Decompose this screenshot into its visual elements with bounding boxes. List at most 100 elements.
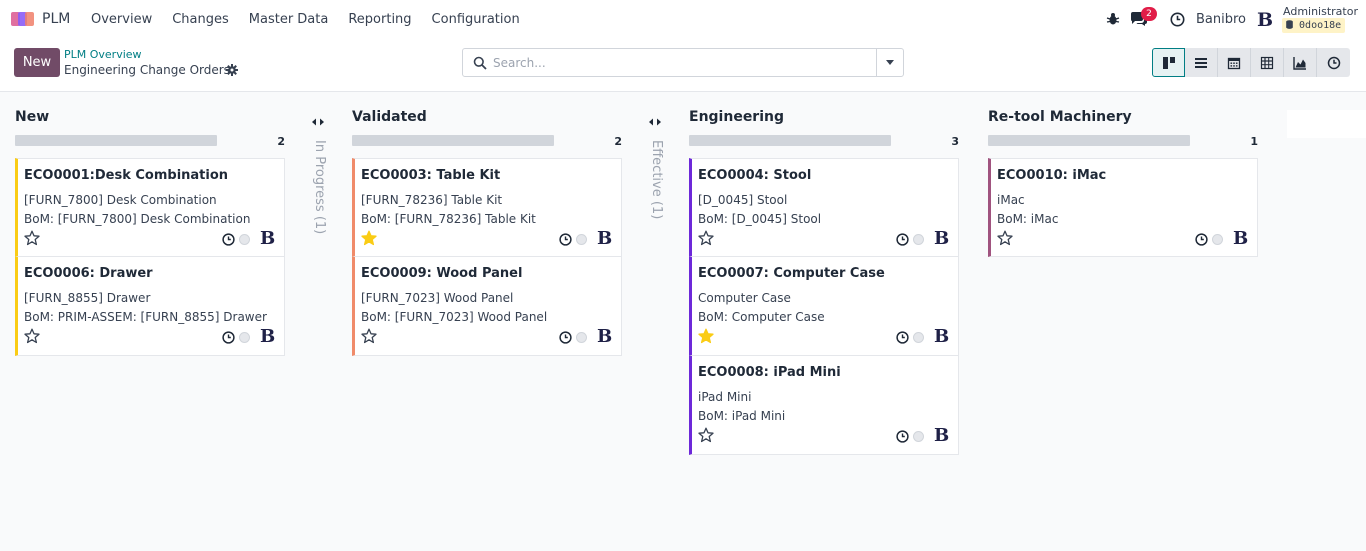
responsible-avatar[interactable]: B bbox=[597, 326, 612, 347]
star-filled-icon[interactable] bbox=[361, 230, 377, 246]
card-bom: BoM: iPad Mini bbox=[698, 409, 786, 423]
activity-clock-icon[interactable] bbox=[896, 233, 909, 246]
responsible-avatar[interactable]: B bbox=[597, 228, 612, 249]
database-icon bbox=[1286, 20, 1293, 29]
bug-icon[interactable] bbox=[1106, 12, 1120, 26]
kanban-state-dot[interactable] bbox=[913, 431, 924, 442]
unfold-arrows-icon[interactable] bbox=[640, 115, 670, 129]
search-bar bbox=[462, 48, 904, 77]
activity-clock-icon[interactable] bbox=[559, 331, 572, 344]
responsible-avatar[interactable]: B bbox=[1233, 228, 1248, 249]
search-input[interactable] bbox=[493, 49, 873, 76]
main-menu: Overview Changes Master Data Reporting C… bbox=[81, 0, 530, 39]
search-options-toggle[interactable] bbox=[876, 49, 903, 76]
card-bom: BoM: [FURN_78236] Table Kit bbox=[361, 212, 536, 226]
card-product: [FURN_8855] Drawer bbox=[24, 291, 151, 305]
kanban-card[interactable]: ECO0010: iMac iMac BoM: iMac B bbox=[988, 158, 1258, 257]
responsible-avatar[interactable]: B bbox=[260, 326, 275, 347]
unfold-arrows-icon[interactable] bbox=[303, 115, 333, 129]
column-title[interactable]: New bbox=[15, 109, 49, 125]
menu-changes[interactable]: Changes bbox=[162, 12, 239, 27]
view-graph[interactable] bbox=[1284, 48, 1317, 77]
star-icon[interactable] bbox=[361, 328, 377, 344]
column-progress-bar[interactable] bbox=[988, 135, 1190, 146]
gear-icon[interactable] bbox=[226, 64, 238, 76]
view-list[interactable] bbox=[1185, 48, 1218, 77]
activity-clock-icon[interactable] bbox=[559, 233, 572, 246]
card-product: Computer Case bbox=[698, 291, 791, 305]
kanban-state-dot[interactable] bbox=[1212, 234, 1223, 245]
card-title: ECO0007: Computer Case bbox=[698, 266, 885, 281]
activity-clock-icon[interactable] bbox=[222, 331, 235, 344]
kanban-state-dot[interactable] bbox=[913, 332, 924, 343]
app-name[interactable]: PLM bbox=[42, 11, 70, 27]
star-icon[interactable] bbox=[24, 328, 40, 344]
breadcrumb-parent[interactable]: PLM Overview bbox=[64, 48, 142, 61]
view-pivot[interactable] bbox=[1251, 48, 1284, 77]
folded-column-label[interactable]: In Progress (1) bbox=[312, 140, 327, 234]
clock-icon[interactable] bbox=[1170, 12, 1185, 27]
kanban-state-dot[interactable] bbox=[576, 332, 587, 343]
kanban-card[interactable]: ECO0004: Stool [D_0045] Stool BoM: [D_0045… bbox=[689, 158, 959, 257]
kanban-card[interactable]: ECO0001:Desk Combination [FURN_7800] Desk… bbox=[15, 158, 285, 257]
column-progress-bar[interactable] bbox=[352, 135, 554, 146]
responsible-avatar[interactable]: B bbox=[934, 326, 949, 347]
top-navbar: PLM Overview Changes Master Data Reporti… bbox=[0, 0, 1366, 39]
activity-icon bbox=[1327, 56, 1340, 69]
kanban-state-dot[interactable] bbox=[576, 234, 587, 245]
activity-clock-icon[interactable] bbox=[1195, 233, 1208, 246]
kanban-state-dot[interactable] bbox=[239, 234, 250, 245]
folded-column-label[interactable]: Effective (1) bbox=[649, 140, 664, 219]
menu-reporting[interactable]: Reporting bbox=[338, 12, 421, 27]
menu-configuration[interactable]: Configuration bbox=[422, 12, 530, 27]
folded-column[interactable]: In Progress (1) bbox=[303, 92, 333, 292]
column-count: 3 bbox=[951, 135, 959, 148]
star-filled-icon[interactable] bbox=[698, 328, 714, 344]
column-title[interactable]: Re-tool Machinery bbox=[988, 109, 1132, 125]
column-count: 2 bbox=[277, 135, 285, 148]
star-icon[interactable] bbox=[698, 427, 714, 443]
star-icon[interactable] bbox=[698, 230, 714, 246]
view-activity[interactable] bbox=[1317, 48, 1350, 77]
responsible-avatar[interactable]: B bbox=[934, 228, 949, 249]
add-column-area[interactable] bbox=[1287, 110, 1366, 138]
view-kanban[interactable] bbox=[1152, 48, 1185, 77]
column-progress-bar[interactable] bbox=[15, 135, 217, 146]
card-title: ECO0004: Stool bbox=[698, 168, 812, 183]
card-product: [D_0045] Stool bbox=[698, 193, 788, 207]
new-button[interactable]: New bbox=[14, 48, 60, 77]
activity-clock-icon[interactable] bbox=[222, 233, 235, 246]
star-icon[interactable] bbox=[997, 230, 1013, 246]
column-title[interactable]: Validated bbox=[352, 109, 427, 125]
user-name[interactable]: Administrator bbox=[1283, 5, 1358, 18]
kanban-state-dot[interactable] bbox=[239, 332, 250, 343]
kanban-state-dot[interactable] bbox=[913, 234, 924, 245]
star-icon[interactable] bbox=[24, 230, 40, 246]
column-count: 2 bbox=[614, 135, 622, 148]
app-logo-icon[interactable] bbox=[11, 11, 35, 27]
folded-column[interactable]: Effective (1) bbox=[640, 92, 670, 292]
kanban-card[interactable]: ECO0008: iPad Mini iPad Mini BoM: iPad Min… bbox=[689, 356, 959, 455]
menu-master-data[interactable]: Master Data bbox=[239, 12, 339, 27]
activity-clock-icon[interactable] bbox=[896, 331, 909, 344]
card-product: [FURN_78236] Table Kit bbox=[361, 193, 503, 207]
card-title: ECO0010: iMac bbox=[997, 168, 1107, 183]
activity-clock-icon[interactable] bbox=[896, 430, 909, 443]
kanban-card[interactable]: ECO0006: Drawer [FURN_8855] Drawer BoM: PR… bbox=[15, 257, 285, 356]
kanban-card[interactable]: ECO0007: Computer Case Computer Case BoM: … bbox=[689, 257, 959, 356]
column-progress-bar[interactable] bbox=[689, 135, 891, 146]
menu-overview[interactable]: Overview bbox=[81, 12, 162, 27]
list-icon bbox=[1195, 57, 1207, 68]
kanban-card[interactable]: ECO0009: Wood Panel [FURN_7023] Wood Pane… bbox=[352, 257, 622, 356]
responsible-avatar[interactable]: B bbox=[934, 425, 949, 446]
responsible-avatar[interactable]: B bbox=[260, 228, 275, 249]
kanban-card[interactable]: ECO0003: Table Kit [FURN_78236] Table Kit… bbox=[352, 158, 622, 257]
column-title[interactable]: Engineering bbox=[689, 109, 784, 125]
database-badge: 0doo18e bbox=[1282, 18, 1346, 33]
card-bom: BoM: PRIM-ASSEM: [FURN_8855] Drawer bbox=[24, 310, 267, 324]
view-calendar[interactable] bbox=[1218, 48, 1251, 77]
company-switcher[interactable]: Banibro bbox=[1196, 12, 1246, 27]
card-title: ECO0008: iPad Mini bbox=[698, 365, 841, 380]
company-logo[interactable]: B bbox=[1257, 9, 1273, 31]
card-title: ECO0006: Drawer bbox=[24, 266, 153, 281]
